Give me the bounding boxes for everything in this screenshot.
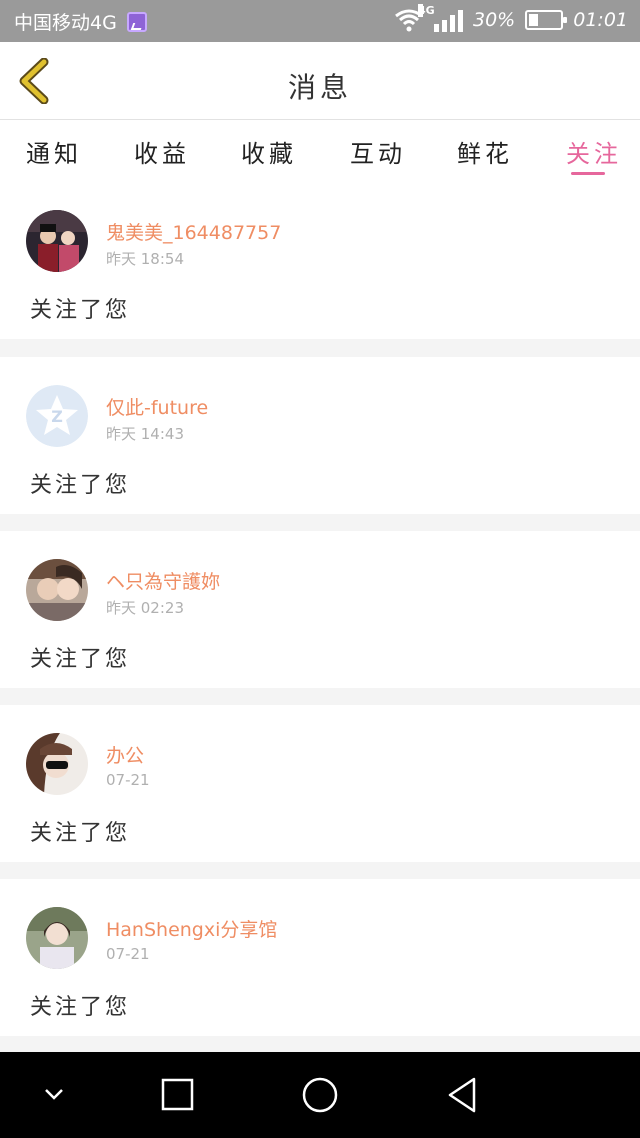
status-right: 4G 30% 01:01 — [394, 4, 628, 32]
timestamp: 07-21 — [106, 945, 150, 963]
timestamp: 昨天 14:43 — [106, 425, 184, 443]
list-item[interactable]: ヘ只為守護妳 昨天 02:23 关注了您 — [0, 531, 640, 688]
clock: 01:01 — [573, 9, 628, 31]
tab-notifications[interactable]: 通知 — [26, 134, 82, 169]
user-name[interactable]: 办公 — [106, 741, 144, 768]
tab-favorites[interactable]: 收藏 — [241, 134, 297, 169]
message-text: 关注了您 — [30, 995, 131, 1020]
avatar[interactable] — [26, 907, 88, 969]
user-name[interactable]: 鬼美美_164487757 — [106, 218, 281, 245]
page-title: 消息 — [287, 71, 352, 104]
user-name[interactable]: 仅此-future — [106, 393, 208, 420]
tab-earnings[interactable]: 收益 — [134, 134, 190, 169]
user-name[interactable]: HanShengxi分享馆 — [106, 915, 277, 942]
message-text: 关注了您 — [30, 647, 131, 672]
timestamp: 昨天 18:54 — [106, 250, 184, 268]
carrier-label: 中国移动4G — [14, 12, 117, 34]
tab-bar: 通知 收益 收藏 互动 鲜花 关注 — [0, 120, 640, 182]
triangle-back-icon[interactable] — [444, 1074, 480, 1114]
avatar[interactable]: Z — [26, 385, 88, 447]
list-item[interactable]: 鬼美美_164487757 昨天 18:54 关注了您 — [0, 182, 640, 339]
chevron-down-icon[interactable] — [40, 1074, 68, 1114]
status-left: 中国移动4G — [14, 8, 147, 35]
tab-flowers[interactable]: 鲜花 — [457, 134, 513, 169]
gallery-icon — [126, 11, 147, 32]
avatar[interactable] — [26, 210, 88, 272]
list-item[interactable]: 办公 07-21 关注了您 — [0, 705, 640, 862]
list-item[interactable]: HanShengxi分享馆 07-21 关注了您 — [0, 879, 640, 1036]
tab-interactions[interactable]: 互动 — [350, 134, 406, 169]
user-name[interactable]: ヘ只為守護妳 — [106, 567, 220, 594]
avatar[interactable] — [26, 559, 88, 621]
message-text: 关注了您 — [30, 821, 131, 846]
timestamp: 昨天 02:23 — [106, 599, 184, 617]
cell-signal-icon: 4G — [418, 4, 463, 32]
battery-fill — [529, 14, 539, 26]
message-text: 关注了您 — [30, 298, 131, 323]
square-icon[interactable] — [160, 1074, 196, 1114]
app-header: 消息 — [0, 42, 640, 120]
circle-icon[interactable] — [300, 1074, 340, 1114]
battery-percent: 30% — [473, 9, 516, 31]
list-item[interactable]: Z 仅此-future 昨天 14:43 关注了您 — [0, 357, 640, 514]
active-tab-indicator — [571, 172, 605, 175]
network-type-label: 4G — [418, 4, 435, 17]
svg-text:Z: Z — [51, 407, 63, 426]
avatar[interactable] — [26, 733, 88, 795]
message-text: 关注了您 — [30, 473, 131, 498]
timestamp: 07-21 — [106, 771, 150, 789]
system-nav-bar — [0, 1052, 640, 1138]
status-bar: 中国移动4G 4G 30% 01:01 — [0, 0, 640, 42]
battery-icon — [525, 10, 568, 30]
tab-follows[interactable]: 关注 — [566, 134, 622, 169]
